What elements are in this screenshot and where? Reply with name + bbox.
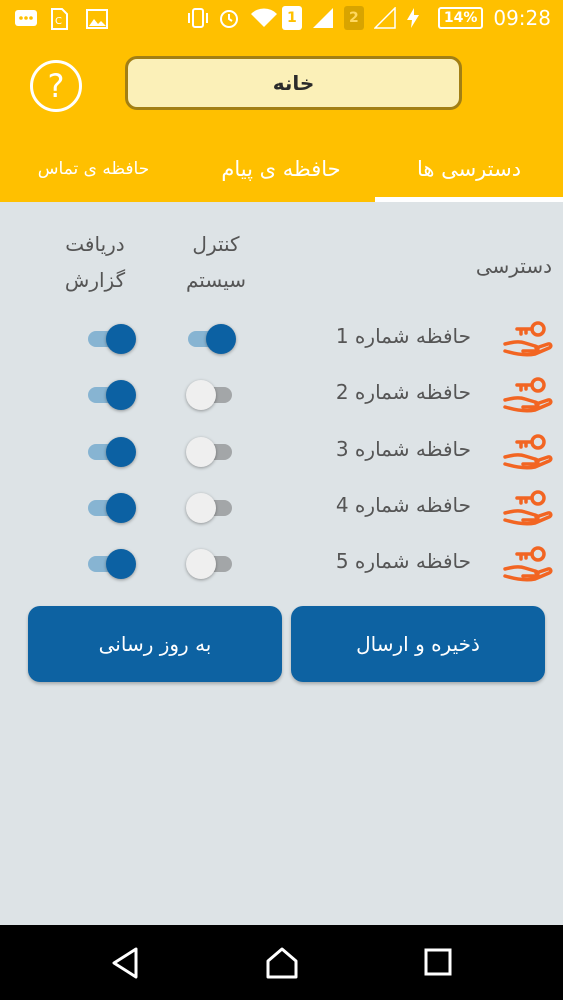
sim2-indicator: 2	[343, 6, 364, 30]
status-bar: C 1 2 14% 09:28	[0, 0, 563, 40]
tab-access[interactable]: دسترسی ها	[375, 135, 563, 202]
key-hand-icon	[503, 431, 553, 473]
access-row: حافظه شماره 5	[0, 539, 563, 589]
key-hand-icon	[503, 318, 553, 360]
file-notification-icon: C	[50, 8, 72, 30]
control-toggle[interactable]	[186, 547, 236, 581]
column-header-control: کنترل سیستم	[186, 232, 246, 292]
control-toggle[interactable]	[186, 378, 236, 412]
control-toggle[interactable]	[186, 435, 236, 469]
key-hand-icon	[503, 487, 553, 529]
sim1-indicator: 1	[281, 6, 302, 30]
column-header-report: دریافت گزارش	[64, 232, 126, 292]
report-toggle[interactable]	[86, 435, 136, 469]
memory-label: حافظه شماره 5	[335, 549, 471, 574]
charging-icon	[406, 7, 428, 29]
report-toggle[interactable]	[86, 547, 136, 581]
memory-label: حافظه شماره 4	[335, 492, 471, 517]
help-icon: ?	[47, 67, 65, 105]
recents-icon[interactable]	[418, 945, 458, 981]
access-row: حافظه شماره 1	[0, 314, 563, 364]
key-hand-icon	[503, 374, 553, 416]
back-icon[interactable]	[106, 945, 146, 981]
report-toggle[interactable]	[86, 378, 136, 412]
wifi-icon	[250, 7, 277, 29]
vibrate-icon	[186, 7, 208, 29]
report-toggle[interactable]	[86, 491, 136, 525]
navigation-bar	[0, 925, 563, 1000]
home-icon[interactable]	[262, 945, 302, 981]
access-row: حافظه شماره 2	[0, 370, 563, 420]
battery-indicator: 14%	[437, 7, 484, 29]
control-toggle[interactable]	[186, 491, 236, 525]
memory-label: حافظه شماره 3	[335, 436, 471, 461]
signal-icon	[312, 7, 334, 29]
svg-text:C: C	[55, 16, 62, 27]
help-button[interactable]: ?	[30, 60, 82, 112]
chat-notification-icon	[14, 8, 37, 30]
image-notification-icon	[86, 8, 108, 30]
report-toggle[interactable]	[86, 322, 136, 356]
access-row: حافظه شماره 3	[0, 427, 563, 477]
app-header: ? خانه دسترسی ها حافظه ی پیام حافظه ی تم…	[0, 40, 563, 202]
tab-bar: دسترسی ها حافظه ی پیام حافظه ی تماس	[0, 135, 563, 202]
column-header-access: دسترسی	[475, 254, 552, 278]
memory-label: حافظه شماره 1	[335, 324, 471, 348]
tab-message-memory[interactable]: حافظه ی پیام	[187, 135, 375, 202]
active-tab-indicator	[375, 197, 563, 202]
key-hand-icon	[503, 543, 553, 585]
update-button[interactable]: به روز رسانی	[28, 606, 282, 682]
save-send-button[interactable]: ذخیره و ارسال	[291, 606, 545, 682]
control-toggle[interactable]	[186, 322, 236, 356]
tab-call-memory[interactable]: حافظه ی تماس	[0, 135, 187, 202]
signal-empty-icon	[373, 6, 396, 29]
clock: 09:28	[493, 6, 551, 30]
alarm-icon	[218, 7, 240, 29]
memory-label: حافظه شماره 2	[335, 380, 471, 405]
access-row: حافظه شماره 4	[0, 483, 563, 533]
home-button[interactable]: خانه	[125, 56, 462, 110]
